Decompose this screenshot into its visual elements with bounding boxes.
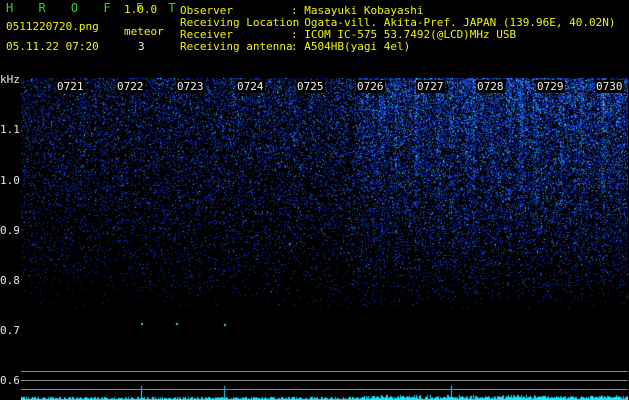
time-label: 0729: [536, 80, 565, 93]
time-label: 0725: [296, 80, 325, 93]
y-axis: kHz 1.1 1.0 0.9 0.8 0.7 0.6: [0, 70, 22, 400]
y-unit-label: kHz: [0, 73, 20, 86]
spectrogram: [21, 78, 628, 400]
y-tick-label: 0.9: [0, 224, 20, 237]
y-tick-label: 0.7: [0, 324, 20, 337]
app-version: 1.0.0: [124, 3, 158, 16]
antenna-label: Receiving antenna: [180, 40, 293, 53]
time-label: 0730: [595, 80, 624, 93]
time-label: 0721: [56, 80, 85, 93]
reference-line: [21, 371, 628, 372]
time-label: 0728: [476, 80, 505, 93]
time-label: 0727: [416, 80, 445, 93]
date-time: 05.11.22 07:20: [6, 40, 99, 53]
meteor-count: 3: [138, 40, 145, 53]
y-tick-label: 1.0: [0, 174, 20, 187]
time-label: 0723: [176, 80, 205, 93]
time-label: 0724: [236, 80, 265, 93]
y-tick-label: 0.6: [0, 374, 20, 387]
app-title: H R O F F T: [6, 1, 185, 15]
y-tick-label: 1.1: [0, 123, 20, 136]
meteor-label: meteor: [124, 25, 164, 38]
antenna-value: : A504HB(yagi 4el): [291, 40, 411, 53]
file-name: 0511220720.png: [6, 20, 99, 33]
time-label: 0722: [116, 80, 145, 93]
reference-line: [21, 380, 628, 381]
reference-line: [21, 389, 628, 390]
y-tick-label: 0.8: [0, 274, 20, 287]
time-label: 0726: [356, 80, 385, 93]
